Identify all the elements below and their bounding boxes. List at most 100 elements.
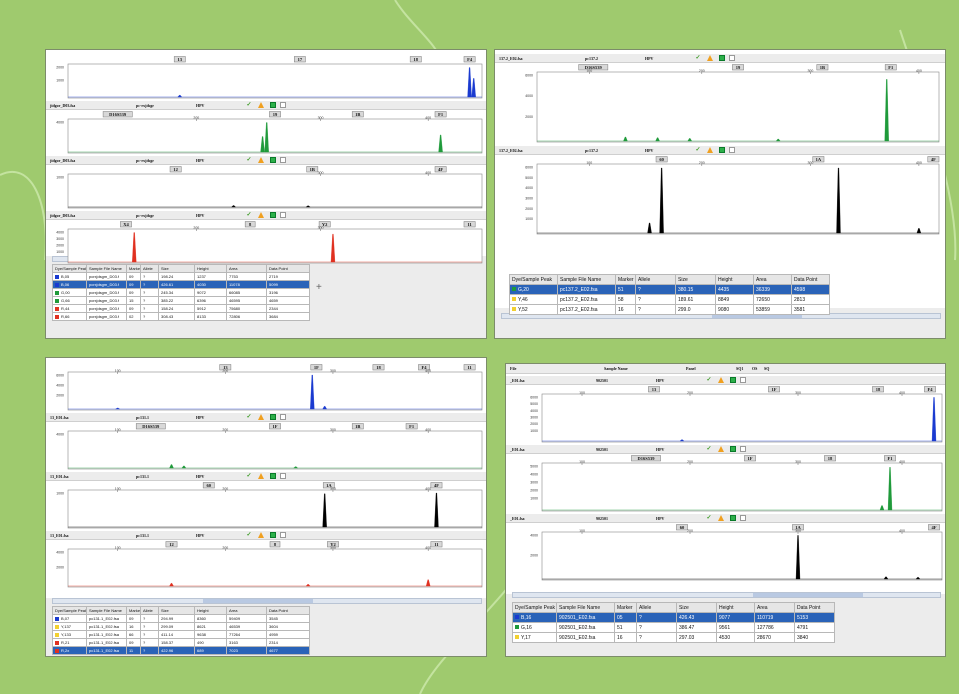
warning-icon[interactable] xyxy=(258,212,264,218)
check-icon[interactable]: ✓ xyxy=(706,446,712,452)
column-header[interactable]: Height xyxy=(194,606,227,615)
trace-plot[interactable] xyxy=(67,173,483,209)
table-row[interactable]: Y,17 902501_E02.fsa 16? 297.03 4530 28670 3840 xyxy=(512,632,835,643)
column-header[interactable]: Allele xyxy=(140,264,159,273)
sizing-ok-icon[interactable] xyxy=(270,414,276,420)
table-row[interactable]: G,00 pcrxjdsgm_D03.f 09? 245.34 9072 66085 319… xyxy=(52,288,310,297)
horizontal-scrollbar[interactable] xyxy=(512,592,941,598)
warning-icon[interactable] xyxy=(707,147,713,153)
column-header[interactable]: Height xyxy=(715,274,754,285)
column-header[interactable]: Size xyxy=(675,274,716,285)
column-header[interactable]: Size xyxy=(158,606,195,615)
table-row[interactable]: R,21 pc131.1_E02.fsa 09? 158.37 490 3163 2314 xyxy=(52,638,310,647)
column-header[interactable]: Dye/Sample Peak xyxy=(52,606,87,615)
trace-plot[interactable] xyxy=(67,118,483,154)
check-icon[interactable]: ✓ xyxy=(246,473,252,479)
table-row[interactable]: Y,52 pc137.2_E02.fsa 16? 299.0 9080 53859 3581 xyxy=(509,304,830,315)
blank-quality-icon[interactable] xyxy=(740,377,746,383)
warning-icon[interactable] xyxy=(707,55,713,61)
table-row[interactable]: B,05 pcrxjdsgm_D03.f 09? 198.24 1237 7753 2719 xyxy=(52,272,310,281)
blank-quality-icon[interactable] xyxy=(740,515,746,521)
trace-plot[interactable] xyxy=(536,163,940,235)
sizing-ok-icon[interactable] xyxy=(270,473,276,479)
blank-quality-icon[interactable] xyxy=(280,532,286,538)
blank-quality-icon[interactable] xyxy=(280,102,286,108)
trace-plot[interactable] xyxy=(541,393,943,443)
blank-quality-icon[interactable] xyxy=(729,147,735,153)
warning-icon[interactable] xyxy=(718,377,724,383)
sizing-ok-icon[interactable] xyxy=(270,532,276,538)
table-row[interactable]: R,2x pc131.1_E02.fsa 11? 422.96 689 7023 4677 xyxy=(52,646,310,655)
blank-quality-icon[interactable] xyxy=(740,446,746,452)
column-header[interactable]: Area xyxy=(753,274,792,285)
trace-plot[interactable] xyxy=(67,371,483,411)
column-header[interactable]: Area xyxy=(226,606,267,615)
column-header[interactable]: Height xyxy=(716,602,755,613)
sizing-ok-icon[interactable] xyxy=(730,515,736,521)
trace-plot[interactable] xyxy=(536,71,940,143)
table-row[interactable]: G,16 902501_E02.fsa 51? 386.47 9561 127786 479… xyxy=(512,622,835,633)
trace-plot[interactable] xyxy=(67,430,483,470)
column-header[interactable]: Marker xyxy=(614,602,637,613)
column-header[interactable]: Marker xyxy=(126,264,141,273)
column-header[interactable]: Dye/Sample Peak xyxy=(52,264,87,273)
column-header[interactable]: Dye/Sample Peak xyxy=(509,274,558,285)
check-icon[interactable]: ✓ xyxy=(706,377,712,383)
column-header[interactable]: Data Point xyxy=(791,274,830,285)
column-header[interactable]: Dye/Sample Peak xyxy=(512,602,557,613)
horizontal-scrollbar[interactable] xyxy=(52,598,482,604)
check-icon[interactable]: ✓ xyxy=(695,147,701,153)
warning-icon[interactable] xyxy=(258,157,264,163)
blank-quality-icon[interactable] xyxy=(280,473,286,479)
blank-quality-icon[interactable] xyxy=(729,55,735,61)
table-row[interactable]: R,44 pcrxjdsgm_D03.f 09? 158.24 5912 75680 234… xyxy=(52,304,310,313)
warning-icon[interactable] xyxy=(718,446,724,452)
sizing-ok-icon[interactable] xyxy=(719,55,725,61)
warning-icon[interactable] xyxy=(258,473,264,479)
sizing-ok-icon[interactable] xyxy=(270,102,276,108)
sizing-ok-icon[interactable] xyxy=(730,377,736,383)
column-header[interactable]: Sample File Name xyxy=(557,274,616,285)
table-row[interactable]: R,66 pcrxjdsgm_D03.f 02? 308.43 8133 72806 368… xyxy=(52,312,310,321)
warning-icon[interactable] xyxy=(258,532,264,538)
column-header[interactable]: Data Point xyxy=(266,264,310,273)
sizing-ok-icon[interactable] xyxy=(719,147,725,153)
table-row[interactable]: Y,137 pc131.1_E02.fsa 16? 299.09 8621 46539 36… xyxy=(52,622,310,631)
check-icon[interactable]: ✓ xyxy=(246,157,252,163)
column-header[interactable]: Sample File Name xyxy=(86,606,127,615)
sizing-ok-icon[interactable] xyxy=(270,157,276,163)
table-row[interactable]: Y,133 pc131.1_E02.fsa 66? 411.14 9638 77264 49… xyxy=(52,630,310,639)
column-header[interactable]: Sample File Name xyxy=(556,602,615,613)
warning-icon[interactable] xyxy=(258,102,264,108)
column-header[interactable]: Marker xyxy=(615,274,636,285)
sizing-ok-icon[interactable] xyxy=(730,446,736,452)
trace-plot[interactable] xyxy=(67,489,483,529)
blank-quality-icon[interactable] xyxy=(280,212,286,218)
check-icon[interactable]: ✓ xyxy=(246,212,252,218)
column-header[interactable]: Size xyxy=(676,602,717,613)
trace-plot[interactable] xyxy=(67,548,483,588)
table-row[interactable]: B,16 902501_E02.fsa 05? 426.43 9077 110719 515… xyxy=(512,612,835,623)
check-icon[interactable]: ✓ xyxy=(246,102,252,108)
table-row[interactable]: Y,46 pc137.2_E02.fsa 58? 189.61 8849 72650 281… xyxy=(509,294,830,305)
table-row[interactable]: B,06 pcrxjdsgm_D03.f 09? 426.61 4030 11078 509… xyxy=(52,280,310,289)
column-header[interactable]: Height xyxy=(194,264,227,273)
column-header[interactable]: Data Point xyxy=(794,602,835,613)
table-row[interactable]: G,66 pcrxjdsgm_D03.f 15? 385.22 6396 46595 465… xyxy=(52,296,310,305)
blank-quality-icon[interactable] xyxy=(280,157,286,163)
column-header[interactable]: Allele xyxy=(635,274,676,285)
column-header[interactable]: Data Point xyxy=(266,606,310,615)
check-icon[interactable]: ✓ xyxy=(706,515,712,521)
column-header[interactable]: Allele xyxy=(140,606,159,615)
warning-icon[interactable] xyxy=(258,414,264,420)
trace-plot[interactable] xyxy=(541,462,943,512)
column-header[interactable]: Marker xyxy=(126,606,141,615)
column-header[interactable]: Area xyxy=(226,264,267,273)
column-header[interactable]: Area xyxy=(754,602,795,613)
column-header[interactable]: Sample File Name xyxy=(86,264,127,273)
table-row[interactable]: G,20 pc137.2_E02.fsa 51? 380.15 4435 36339 459… xyxy=(509,284,830,295)
check-icon[interactable]: ✓ xyxy=(246,414,252,420)
blank-quality-icon[interactable] xyxy=(280,414,286,420)
trace-plot[interactable] xyxy=(67,63,483,99)
trace-plot[interactable] xyxy=(67,228,483,264)
